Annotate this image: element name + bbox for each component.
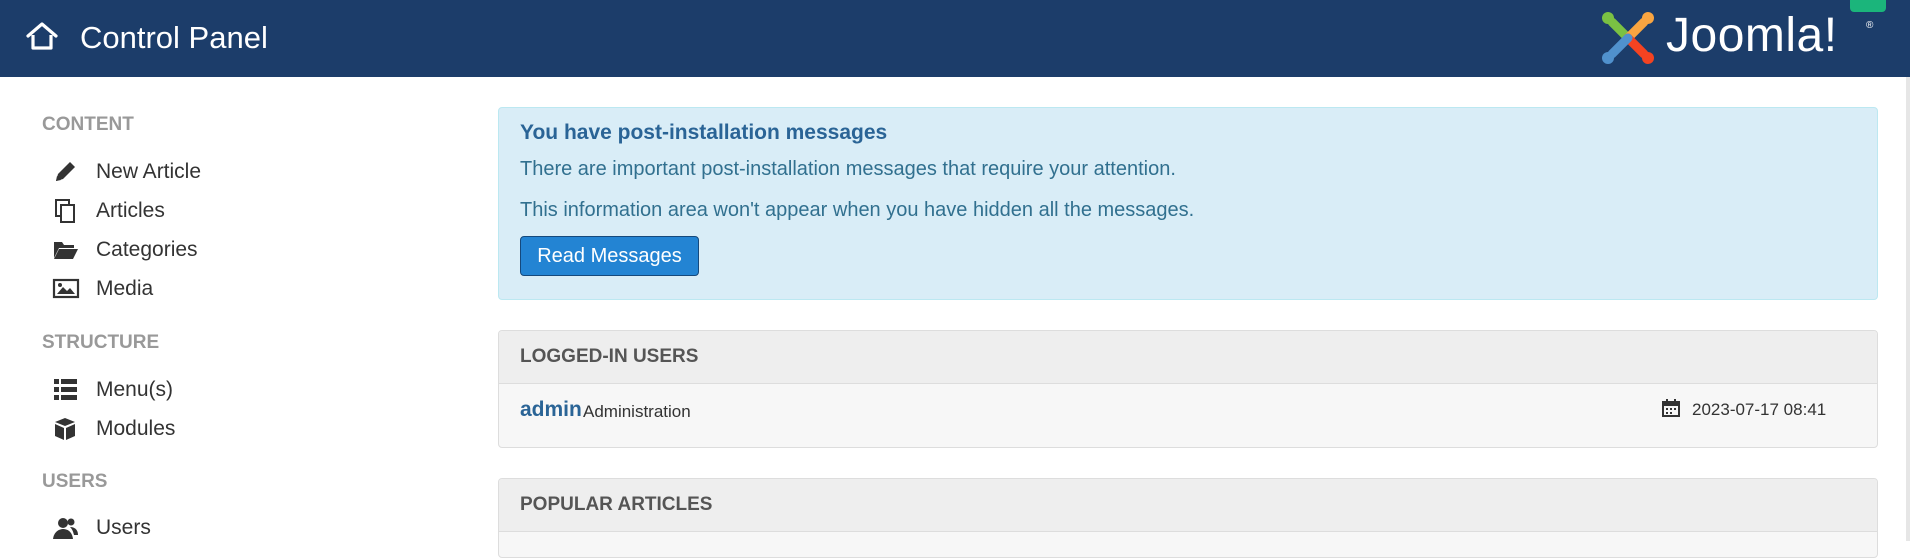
user-link-admin[interactable]: admin bbox=[520, 398, 582, 422]
logged-in-users-panel: LOGGED-IN USERS admin Administration 202… bbox=[498, 330, 1878, 448]
folder-open-icon bbox=[54, 242, 78, 259]
alert-message-line-2: This information area won't appear when … bbox=[520, 199, 1195, 221]
image-icon bbox=[52, 278, 80, 299]
home-icon[interactable] bbox=[24, 20, 60, 52]
user-client-label: Administration bbox=[583, 402, 691, 421]
nav-label-media: Media bbox=[96, 277, 154, 300]
top-header-bar: Control Panel Joomla! ® bbox=[0, 0, 1910, 77]
scrollbar-track[interactable] bbox=[1906, 77, 1910, 541]
cube-icon bbox=[55, 418, 75, 440]
nav-label-new-article: New Article bbox=[96, 160, 202, 183]
alert-title: You have post-installation messages bbox=[520, 121, 888, 144]
nav-item-media[interactable]: Media bbox=[52, 274, 352, 304]
joomla-logo-mark-icon bbox=[1602, 12, 1654, 64]
nav-heading-structure: STRUCTURE bbox=[42, 332, 160, 353]
nav-item-new-article[interactable]: New Article bbox=[52, 157, 352, 187]
table-row: admin Administration 2023-07-17 08:41 bbox=[499, 384, 1877, 436]
nav-item-articles[interactable]: Articles bbox=[52, 196, 352, 226]
read-messages-button[interactable]: Read Messages bbox=[520, 236, 699, 276]
copy-icon bbox=[55, 199, 75, 223]
nav-heading-content: CONTENT bbox=[42, 114, 134, 135]
list-icon bbox=[54, 379, 77, 400]
nav-item-modules[interactable]: Modules bbox=[52, 414, 352, 444]
logged-in-users-header: LOGGED-IN USERS bbox=[499, 331, 1877, 384]
nav-item-categories[interactable]: Categories bbox=[52, 235, 352, 265]
joomla-logo[interactable]: Joomla! ® bbox=[1598, 6, 1878, 68]
page-title: Control Panel bbox=[80, 20, 268, 55]
corner-toggle-tab[interactable] bbox=[1850, 0, 1886, 12]
popular-articles-title: POPULAR ARTICLES bbox=[520, 494, 713, 515]
nav-label-modules: Modules bbox=[96, 417, 176, 440]
popular-articles-header: POPULAR ARTICLES bbox=[499, 479, 1877, 532]
alert-message-line-1: There are important post-installation me… bbox=[520, 158, 1176, 180]
nav-heading-users: USERS bbox=[42, 471, 108, 492]
calendar-icon bbox=[1662, 399, 1680, 417]
nav-label-articles: Articles bbox=[96, 199, 165, 222]
popular-articles-panel: POPULAR ARTICLES bbox=[498, 478, 1878, 558]
sidebar-nav: CONTENT New Article Articles Categories … bbox=[0, 77, 470, 541]
post-install-alert: You have post-installation messages Ther… bbox=[498, 107, 1878, 300]
nav-label-menus: Menu(s) bbox=[96, 378, 174, 401]
nav-item-menus[interactable]: Menu(s) bbox=[52, 375, 352, 405]
joomla-logo-text: Joomla! bbox=[1666, 9, 1838, 62]
users-icon bbox=[53, 518, 78, 539]
registered-mark: ® bbox=[1866, 20, 1874, 31]
user-last-activity-date: 2023-07-17 08:41 bbox=[1692, 400, 1827, 419]
nav-label-categories: Categories bbox=[96, 238, 198, 261]
pencil-icon bbox=[56, 162, 75, 181]
logged-in-users-title: LOGGED-IN USERS bbox=[520, 346, 699, 367]
nav-label-users: Users bbox=[96, 516, 151, 539]
nav-item-users[interactable]: Users bbox=[52, 513, 352, 543]
